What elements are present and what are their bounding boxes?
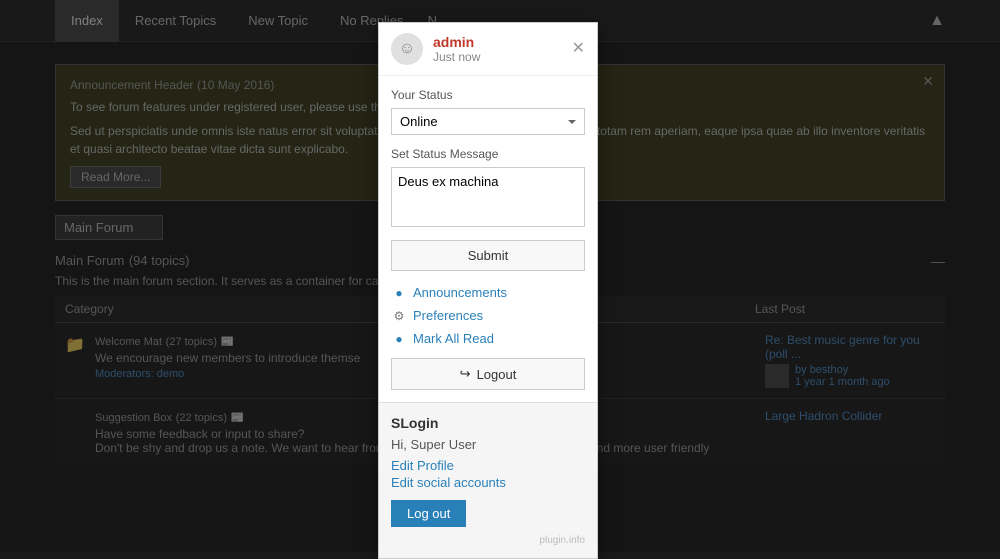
logout-icon: ↪	[460, 366, 471, 382]
status-message-textarea[interactable]: Deus ex machina	[391, 167, 585, 227]
markread-icon: ●	[391, 332, 407, 346]
modal-user-info: admin Just now	[433, 34, 480, 64]
modal-body: Your Status Online Away Busy Offline Set…	[379, 76, 597, 402]
menu-item-preferences[interactable]: ⚙ Preferences	[391, 304, 585, 327]
menu-item-markread[interactable]: ● Mark All Read	[391, 327, 585, 350]
slogin-title: SLogin	[391, 415, 585, 431]
avatar: ☺	[391, 33, 423, 65]
slogin-logout-button[interactable]: Log out	[391, 500, 466, 527]
status-label: Your Status	[391, 88, 585, 102]
modal-close-button[interactable]: ✕	[572, 41, 585, 57]
logout-button[interactable]: ↪ Logout	[391, 358, 585, 390]
slogin-section: SLogin Hi, Super User Edit Profile Edit …	[379, 402, 597, 558]
status-select[interactable]: Online Away Busy Offline	[391, 108, 585, 135]
modal-username: admin	[433, 34, 480, 50]
modal-time: Just now	[433, 50, 480, 64]
slogin-powered: plugin.info	[391, 535, 585, 546]
edit-profile-link[interactable]: Edit Profile	[391, 458, 585, 473]
modal-header: ☺ admin Just now ✕	[379, 23, 597, 76]
announcements-icon: ●	[391, 286, 407, 300]
preferences-icon: ⚙	[391, 309, 407, 323]
submit-button[interactable]: Submit	[391, 240, 585, 271]
menu-items: ● Announcements ⚙ Preferences ● Mark All…	[391, 281, 585, 350]
status-message-label: Set Status Message	[391, 147, 585, 161]
slogin-greeting: Hi, Super User	[391, 437, 585, 452]
user-avatar-icon: ☺	[399, 40, 415, 58]
edit-social-link[interactable]: Edit social accounts	[391, 475, 585, 490]
user-modal: ☺ admin Just now ✕ Your Status Online Aw…	[378, 22, 598, 559]
menu-item-announcements[interactable]: ● Announcements	[391, 281, 585, 304]
